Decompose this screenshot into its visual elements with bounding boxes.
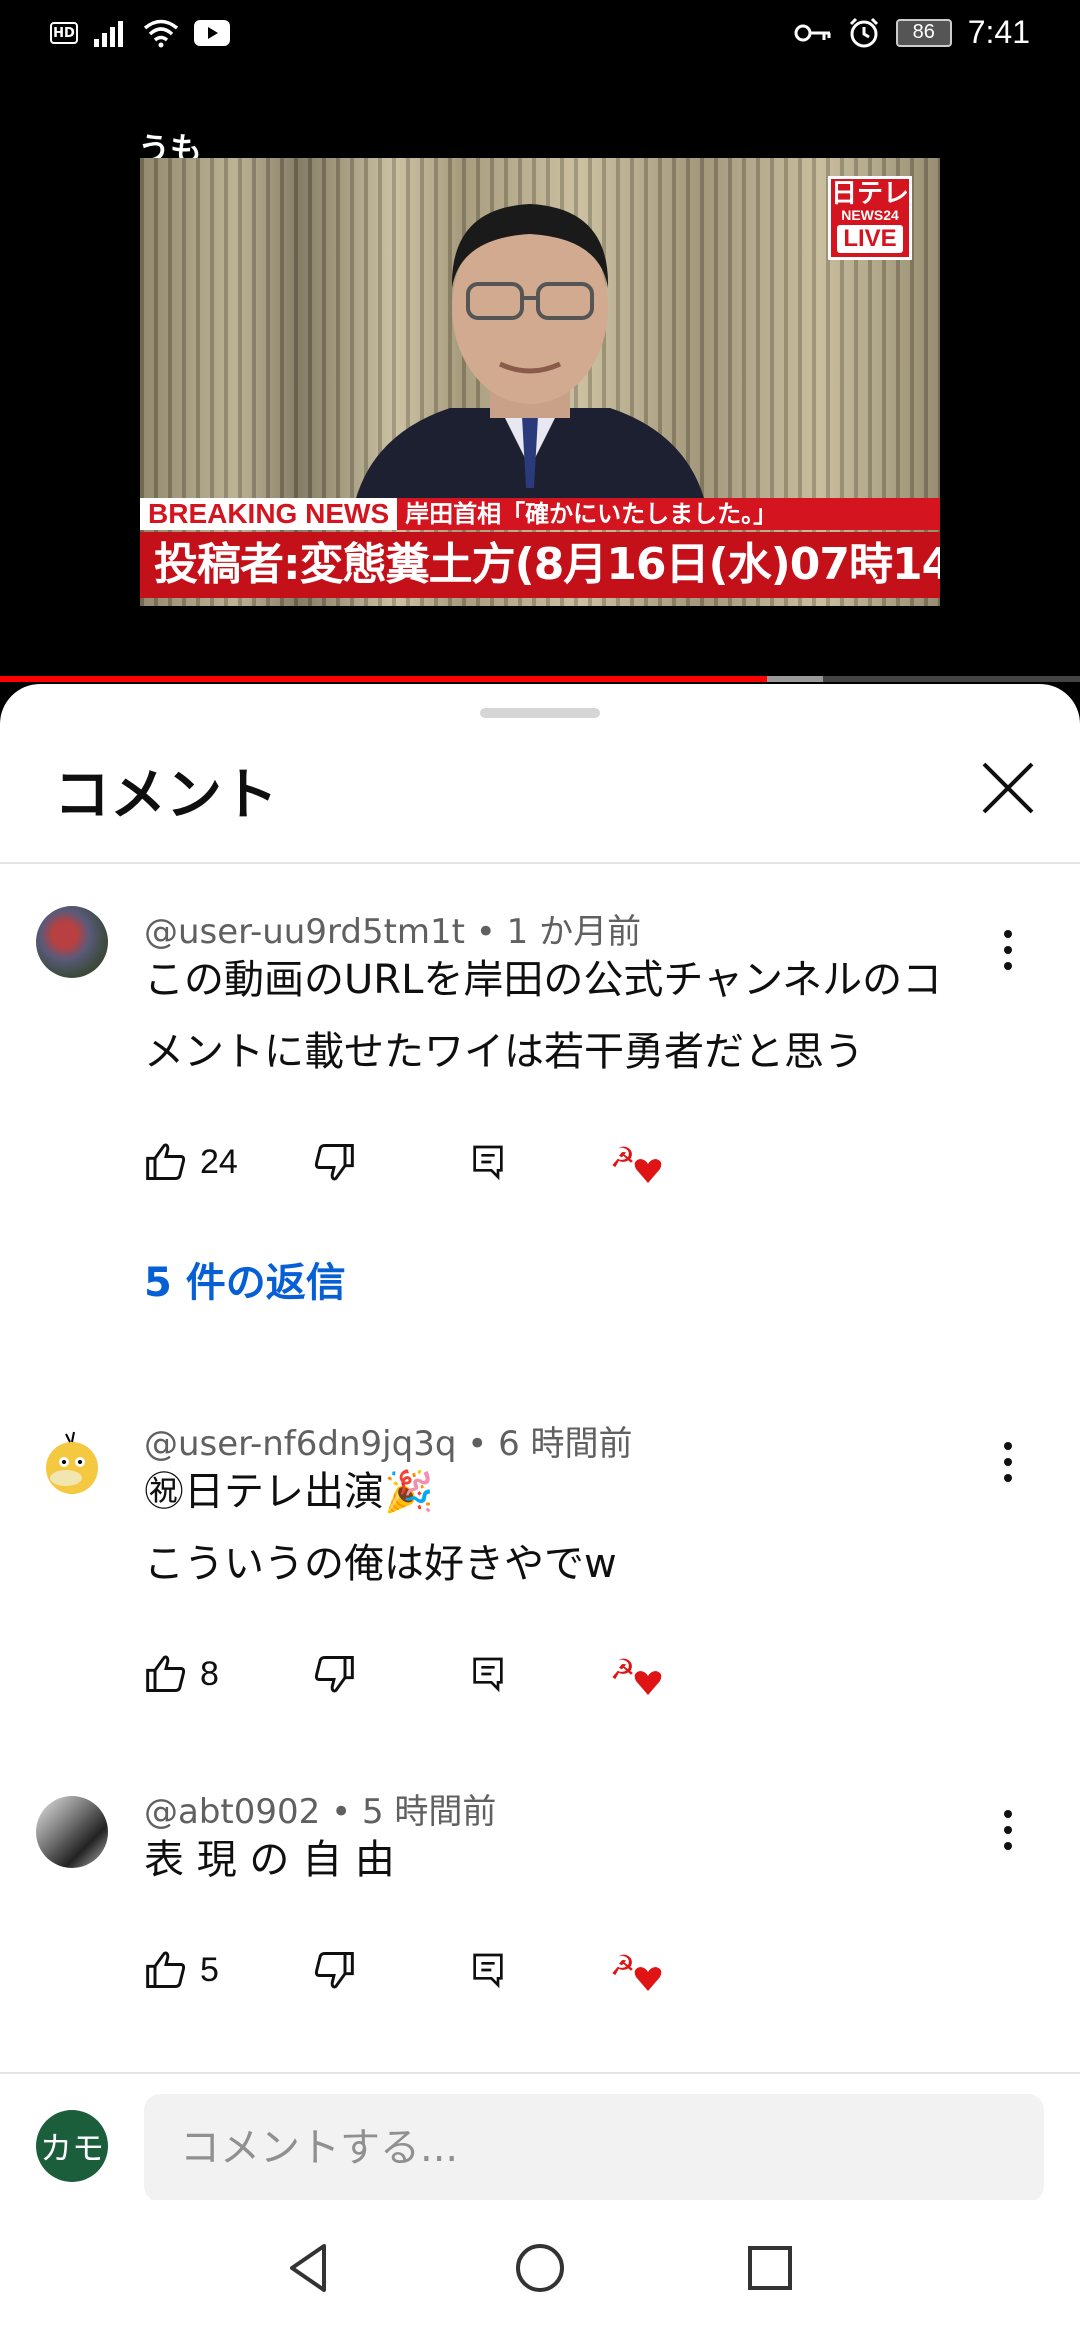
svg-text:☭: ☭ <box>610 1653 635 1686</box>
svg-text:☭: ☭ <box>610 1949 635 1982</box>
comment-actions: 24 ☭ <box>144 1132 744 1192</box>
like-button[interactable]: 8 <box>144 1644 219 1704</box>
creator-heart: ☭ <box>610 1644 668 1704</box>
view-replies-button[interactable]: 5 件の返信 <box>144 1250 346 1308</box>
thumbs-up-icon <box>146 1143 186 1180</box>
reply-button[interactable] <box>468 1940 508 2000</box>
reply-icon <box>473 1657 503 1693</box>
breaking-headline: 岸田首相「確かにいたしました。」 <box>397 498 940 530</box>
comment-body: ㊗日テレ出演🎉 こういうの俺は好きやでw <box>144 1469 617 1587</box>
recents-icon[interactable] <box>738 2236 802 2300</box>
home-icon[interactable] <box>508 2236 572 2300</box>
creator-heart: ☭ <box>610 1940 668 2000</box>
thumbs-down-icon <box>314 1144 354 1181</box>
comment-item: @user-nf6dn9jq3q • 6 時間前 ㊗日テレ出演🎉 こういうの俺は… <box>0 1416 1080 1695</box>
header-divider <box>0 862 1080 864</box>
thumbs-up-icon <box>146 1951 186 1988</box>
dislike-button[interactable] <box>312 1132 356 1192</box>
status-bar: HD 86 7:41 <box>0 0 1080 72</box>
reply-button[interactable] <box>468 1132 508 1192</box>
video-player[interactable]: うも 日テレ NEWS24 LIVE BREAKING NEWS 岸田首相「確か… <box>0 72 1080 680</box>
like-button[interactable]: 24 <box>144 1132 238 1192</box>
progress-played <box>0 676 767 682</box>
psyduck-avatar-image <box>46 1431 98 1494</box>
svg-text:☭: ☭ <box>610 1141 635 1174</box>
drag-handle[interactable] <box>480 708 600 718</box>
like-count: 24 <box>200 1142 238 1181</box>
wifi-icon <box>143 19 179 48</box>
comment-body: 表 現 の 自 由 <box>144 1837 395 1883</box>
close-icon[interactable] <box>976 756 1040 820</box>
dislike-button[interactable] <box>312 1644 356 1704</box>
progress-buffered <box>767 676 823 682</box>
avatar[interactable] <box>36 1428 108 1500</box>
comment-actions: 5 ☭ <box>144 1940 744 2000</box>
comment-input[interactable] <box>144 2094 1044 2202</box>
reply-button[interactable] <box>468 1644 508 1704</box>
like-count: 5 <box>200 1950 219 1989</box>
system-nav-bar <box>0 2200 1080 2340</box>
reply-icon <box>473 1145 503 1181</box>
ntv-news24-logo: 日テレ NEWS24 LIVE <box>828 176 912 260</box>
creator-heart-icon: ☭ <box>610 1141 662 1183</box>
my-avatar[interactable]: カモ <box>36 2110 108 2182</box>
comment-actions: 8 ☭ <box>144 1644 744 1704</box>
creator-heart-icon: ☭ <box>610 1653 662 1695</box>
reply-icon <box>473 1953 503 1989</box>
thumbs-down-icon <box>314 1952 354 1989</box>
hd-icon: HD <box>50 22 78 44</box>
breaking-news-label: BREAKING NEWS <box>140 498 398 530</box>
avatar[interactable] <box>36 1796 108 1868</box>
creator-heart-icon: ☭ <box>610 1949 662 1991</box>
video-person-image <box>350 204 710 528</box>
video-frame: 日テレ NEWS24 LIVE BREAKING NEWS 岸田首相「確かにいた… <box>140 158 940 606</box>
key-icon <box>794 24 831 41</box>
status-left: HD <box>50 18 230 48</box>
comment-body: この動画のURLを岸田の公式チャンネルのコ メントに載せたワイは若干勇者だと思う <box>144 957 943 1075</box>
video-ticker: 投稿者:変態糞土方(8月16日(水)07時14分22秒) <box>140 532 940 598</box>
thumbs-up-icon <box>146 1655 186 1692</box>
comment-item: @user-uu9rd5tm1t • 1 か月前 この動画のURLを岸田の公式チ… <box>0 904 1080 1334</box>
signal-icon <box>94 21 123 47</box>
alarm-icon <box>849 17 878 47</box>
back-icon[interactable] <box>278 2236 342 2300</box>
comment-item: @abt0902 • 5 時間前 表 現 の 自 由 5 ☭ <box>0 1784 1080 1991</box>
creator-heart: ☭ <box>610 1132 668 1192</box>
sheet-title: コメント <box>54 763 278 828</box>
status-right: 86 7:41 <box>794 14 1030 51</box>
like-button[interactable]: 5 <box>144 1940 219 2000</box>
battery-icon: 86 <box>895 18 952 47</box>
video-progress-bar[interactable] <box>0 676 1080 682</box>
comment-input-row: カモ <box>0 2074 1080 2202</box>
like-count: 8 <box>200 1654 219 1693</box>
dislike-button[interactable] <box>312 1940 356 2000</box>
clock: 7:41 <box>967 14 1030 50</box>
breaking-news-bar: BREAKING NEWS 岸田首相「確かにいたしました。」 <box>140 498 940 530</box>
thumbs-down-icon <box>314 1656 354 1693</box>
avatar[interactable] <box>36 906 108 978</box>
youtube-icon <box>194 20 230 46</box>
